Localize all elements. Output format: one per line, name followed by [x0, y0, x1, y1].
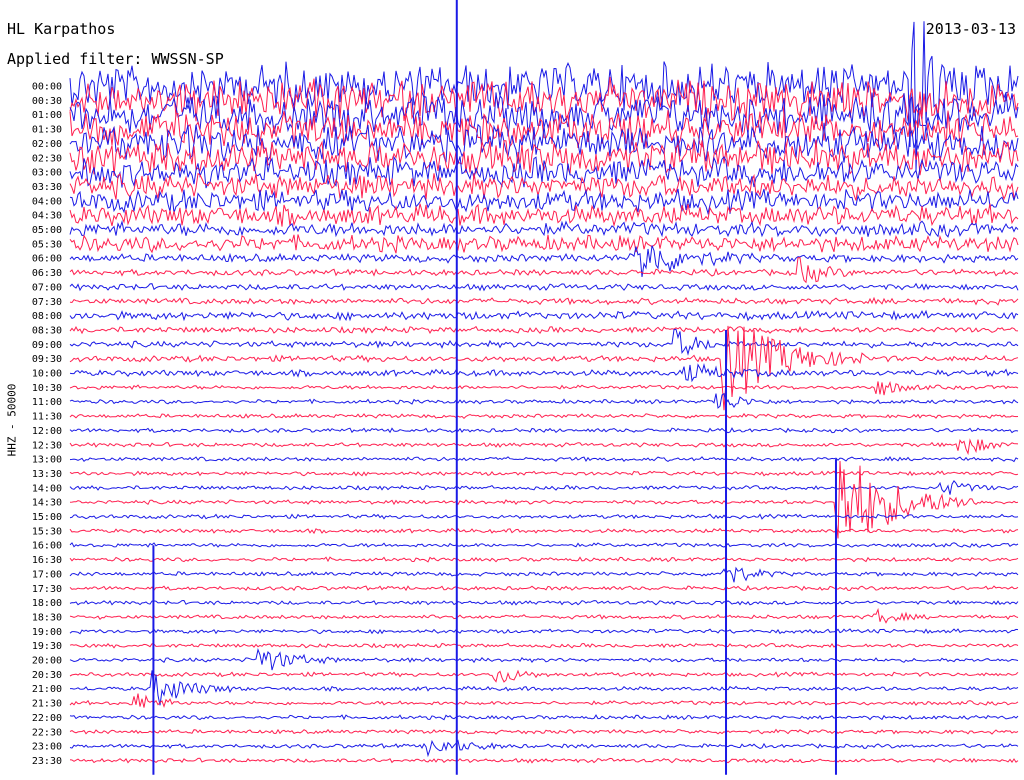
trace-row — [69, 328, 1019, 356]
time-label: 20:00 — [32, 656, 62, 667]
time-label: 21:30 — [32, 699, 62, 710]
trace-row — [69, 513, 1019, 520]
trace-row — [69, 669, 1019, 683]
time-label: 11:00 — [32, 397, 62, 408]
time-label: 12:00 — [32, 426, 62, 437]
time-label: 01:00 — [32, 110, 62, 121]
trace-row — [69, 234, 1019, 254]
trace-row — [69, 309, 1019, 322]
time-label: 19:00 — [32, 627, 62, 638]
time-label: 12:30 — [32, 440, 62, 451]
helicorder-plot: 00:00 00:30 01:00 01:30 02:00 02:30 03:00 03:30… — [32, 0, 1019, 775]
time-label: 03:30 — [32, 182, 62, 193]
time-label: 07:30 — [32, 297, 62, 308]
time-label: 14:00 — [32, 483, 62, 494]
time-label: 22:00 — [32, 713, 62, 724]
time-label: 17:00 — [32, 569, 62, 580]
trace-row — [69, 527, 1019, 535]
trace-group — [69, 0, 1019, 775]
tick-label-group: 00:00 00:30 01:00 01:30 02:00 02:30 03:00 03:30… — [32, 82, 62, 767]
trace-row — [69, 647, 1019, 671]
time-label: 02:30 — [32, 153, 62, 164]
trace-row — [69, 599, 1019, 606]
time-label: 08:30 — [32, 325, 62, 336]
trace-row — [69, 456, 1019, 463]
trace-row — [69, 219, 1019, 238]
trace-row — [69, 325, 1019, 411]
time-label: 03:00 — [32, 168, 62, 179]
trace-row — [69, 739, 1019, 758]
time-label: 15:00 — [32, 512, 62, 523]
time-label: 10:00 — [32, 369, 62, 380]
trace-row — [69, 584, 1019, 592]
time-label: 20:30 — [32, 670, 62, 681]
time-label: 18:30 — [32, 612, 62, 623]
time-label: 16:00 — [32, 541, 62, 552]
trace-row — [69, 257, 1019, 284]
time-label: 09:00 — [32, 340, 62, 351]
trace-row — [69, 556, 1019, 563]
time-label: 00:30 — [32, 96, 62, 107]
trace-row — [69, 642, 1019, 649]
time-label: 01:30 — [32, 125, 62, 136]
time-label: 13:00 — [32, 455, 62, 466]
time-label: 08:00 — [32, 311, 62, 322]
trace-row — [69, 607, 1019, 624]
trace-row — [69, 470, 1019, 477]
time-label: 06:00 — [32, 254, 62, 265]
time-label: 23:00 — [32, 742, 62, 753]
trace-row — [69, 757, 1019, 764]
time-label: 02:00 — [32, 139, 62, 150]
time-label: 00:00 — [32, 82, 62, 93]
trace-row — [69, 203, 1019, 228]
trace-row — [69, 566, 1019, 583]
time-label: 10:30 — [32, 383, 62, 394]
trace-row — [69, 714, 1019, 721]
time-label: 13:30 — [32, 469, 62, 480]
time-label: 22:30 — [32, 727, 62, 738]
trace-row — [69, 438, 1019, 456]
time-label: 04:30 — [32, 211, 62, 222]
trace-row — [69, 412, 1019, 420]
trace-row — [69, 380, 1019, 396]
time-label: 11:30 — [32, 412, 62, 423]
trace-row — [69, 362, 1019, 383]
time-label: 05:30 — [32, 239, 62, 250]
time-label: 19:30 — [32, 641, 62, 652]
time-label: 06:30 — [32, 268, 62, 279]
trace-row — [69, 728, 1019, 735]
trace-row — [69, 296, 1019, 306]
trace-row — [69, 282, 1019, 292]
time-label: 21:00 — [32, 684, 62, 695]
time-label: 16:30 — [32, 555, 62, 566]
time-label: 18:00 — [32, 598, 62, 609]
trace-row — [70, 670, 1019, 706]
time-label: 17:30 — [32, 584, 62, 595]
time-label: 15:30 — [32, 526, 62, 537]
time-label: 07:00 — [32, 282, 62, 293]
time-label: 04:00 — [32, 196, 62, 207]
trace-row — [69, 392, 1019, 409]
trace-row — [69, 693, 1019, 708]
trace-row — [69, 427, 1019, 434]
time-label: 14:30 — [32, 498, 62, 509]
time-label: 05:00 — [32, 225, 62, 236]
trace-row — [69, 628, 1019, 635]
time-label: 23:30 — [32, 756, 62, 767]
trace-row — [69, 542, 1019, 549]
time-label: 09:30 — [32, 354, 62, 365]
trace-row — [69, 325, 1019, 335]
